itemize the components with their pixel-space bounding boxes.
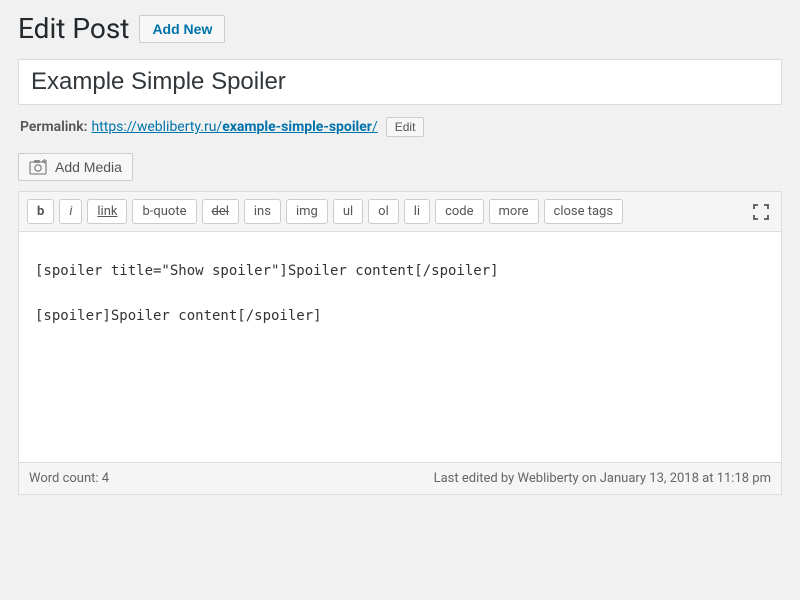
camera-icon <box>29 159 49 175</box>
permalink-link[interactable]: https://webliberty.ru/example-simple-spo… <box>91 119 377 135</box>
post-content-textarea[interactable]: [spoiler title="Show spoiler"]Spoiler co… <box>19 232 781 462</box>
add-new-button[interactable]: Add New <box>139 15 225 43</box>
fullscreen-icon[interactable] <box>749 200 773 224</box>
add-media-label: Add Media <box>55 159 122 175</box>
add-media-button[interactable]: Add Media <box>18 153 133 181</box>
toolbar-code-button[interactable]: code <box>435 199 483 224</box>
toolbar-img-button[interactable]: img <box>286 199 328 224</box>
editor-status-bar: Word count: 4 Last edited by Webliberty … <box>19 462 781 494</box>
toolbar-more-button[interactable]: more <box>489 199 539 224</box>
toolbar-close-tags-button[interactable]: close tags <box>544 199 624 224</box>
page-title: Edit Post <box>18 12 129 45</box>
toolbar-italic-button[interactable]: i <box>59 199 82 224</box>
permalink-row: Permalink: https://webliberty.ru/example… <box>18 113 782 153</box>
toolbar-link-button[interactable]: link <box>87 199 127 224</box>
word-count: Word count: 4 <box>29 471 109 486</box>
toolbar-blockquote-button[interactable]: b-quote <box>132 199 196 224</box>
editor-box: b i link b-quote del ins img ul ol li co… <box>18 191 782 495</box>
text-editor-toolbar: b i link b-quote del ins img ul ol li co… <box>19 192 781 232</box>
post-title-input[interactable] <box>19 60 781 104</box>
last-edited-info: Last edited by Webliberty on January 13,… <box>434 471 771 486</box>
toolbar-bold-button[interactable]: b <box>27 199 54 224</box>
toolbar-del-button[interactable]: del <box>202 199 239 224</box>
toolbar-ul-button[interactable]: ul <box>333 199 363 224</box>
permalink-label: Permalink: <box>20 119 87 135</box>
edit-permalink-button[interactable]: Edit <box>386 117 425 137</box>
toolbar-ins-button[interactable]: ins <box>244 199 281 224</box>
toolbar-li-button[interactable]: li <box>404 199 430 224</box>
title-input-container <box>18 59 782 105</box>
toolbar-ol-button[interactable]: ol <box>368 199 399 224</box>
